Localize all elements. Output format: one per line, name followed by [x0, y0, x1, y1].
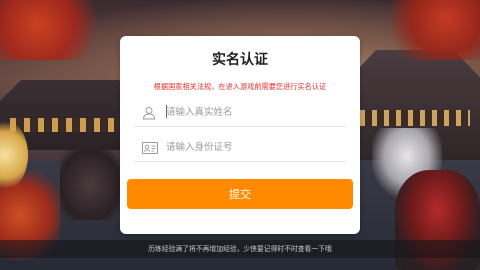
dialog-notice: 根据国家相关法规，在进入游戏前需要您进行实名认证 [153, 82, 327, 91]
background-lanterns-right [360, 110, 470, 126]
maple-leaves-top-right [380, 0, 480, 60]
maple-leaves-top-left [0, 0, 110, 60]
id-number-field[interactable] [134, 133, 346, 162]
dialog-title: 实名认证 [212, 52, 268, 68]
real-name-field[interactable] [134, 98, 346, 127]
background-character-left [60, 150, 120, 220]
id-card-icon [142, 140, 158, 154]
tip-text: 历练经验满了将不再增加经验，少侠要记得时不时查看一下哦 [148, 245, 332, 253]
id-number-input[interactable] [166, 138, 341, 156]
real-name-input[interactable] [166, 103, 341, 121]
real-name-auth-dialog: 实名认证 根据国家相关法规，在进入游戏前需要您进行实名认证 请输入真实姓名 请输… [120, 36, 360, 234]
submit-button[interactable]: 提交 [127, 179, 353, 209]
bottom-tip-bar: 历练经验满了将不再增加经验，少侠要记得时不时查看一下哦 [0, 240, 480, 258]
background-lanterns-left [10, 118, 130, 132]
game-scene: 实名认证 根据国家相关法规，在进入游戏前需要您进行实名认证 请输入真实姓名 请输… [0, 0, 480, 270]
person-icon [142, 105, 156, 120]
